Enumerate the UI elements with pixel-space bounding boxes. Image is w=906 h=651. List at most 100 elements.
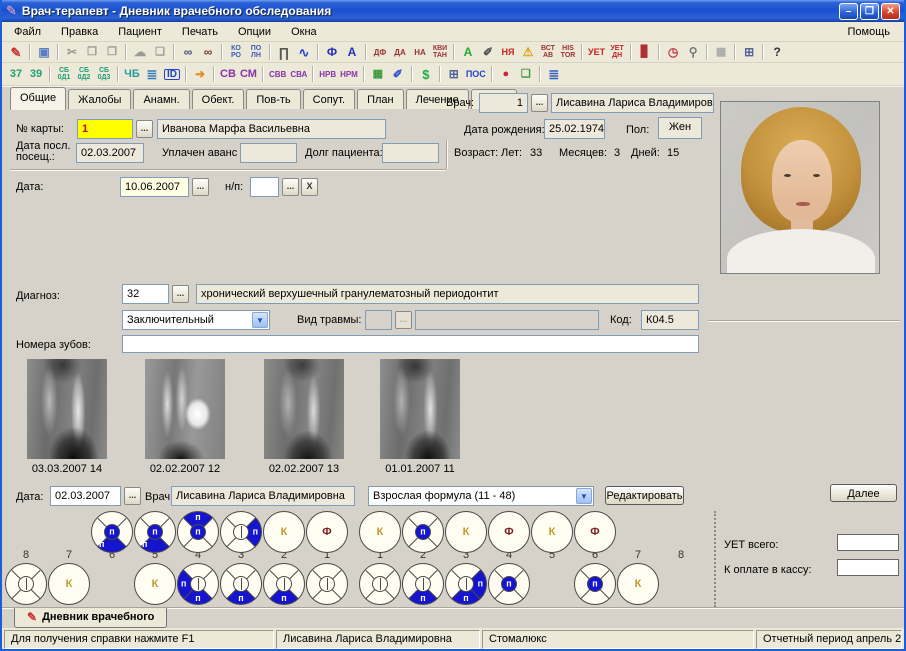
calc-2-button[interactable]: ⊞ <box>444 65 464 83</box>
diagnosis-text-field[interactable]: хронический верхушечный гранулематозный … <box>196 284 699 304</box>
book-red-button[interactable]: ▊ <box>635 43 655 61</box>
tooth-upper-3-R[interactable]: п <box>220 511 262 553</box>
tooth-upper-5-R[interactable]: пп <box>134 511 176 553</box>
menu-item-help[interactable]: Помощь <box>836 23 903 41</box>
nya-button[interactable]: НЯ <box>498 43 518 61</box>
tooth-upper-5-L[interactable]: К <box>531 511 573 553</box>
draw-button[interactable]: ✐ <box>478 43 498 61</box>
card-browse-button[interactable]: ... <box>136 120 153 138</box>
close-button[interactable]: ✕ <box>881 3 900 20</box>
tooth-upper-3-L[interactable]: К <box>445 511 487 553</box>
exam-date-browse-button[interactable]: ... <box>124 487 141 505</box>
menu-item-окна[interactable]: Окна <box>281 23 327 41</box>
tooth-lower-5-R[interactable]: К <box>134 563 176 605</box>
po-ln-button[interactable]: ПОЛН <box>246 43 266 61</box>
tooth-upper-4-L[interactable]: Ф <box>488 511 530 553</box>
cut-button[interactable]: ✂ <box>62 43 82 61</box>
menu-item-пациент[interactable]: Пациент <box>108 23 172 41</box>
tooth-lower-3-L[interactable]: пп <box>445 563 487 605</box>
patient-name-field[interactable]: Иванова Марфа Васильевна <box>157 119 386 139</box>
id-badge-button[interactable]: ID <box>162 65 182 83</box>
history-button[interactable]: HISTOR <box>558 43 578 61</box>
tooth-upper-6-L[interactable]: Ф <box>574 511 616 553</box>
f-letter-button[interactable]: Ф <box>322 43 342 61</box>
xray-image-4[interactable] <box>380 359 460 459</box>
doctor-name-field[interactable]: Лисавина Лариса Владимировна <box>551 93 714 113</box>
tooth-upper-1-R[interactable]: Ф <box>306 511 348 553</box>
help-button[interactable]: ? <box>767 43 787 61</box>
a-letter-button[interactable]: А <box>342 43 362 61</box>
tree-button[interactable]: ≣ <box>142 65 162 83</box>
sva-button[interactable]: СВА <box>288 65 309 83</box>
tab-план[interactable]: План <box>357 89 404 109</box>
diagnosis-browse-button[interactable]: ... <box>172 285 189 303</box>
tooth-lower-7-R[interactable]: К <box>48 563 90 605</box>
tooth-upper-1-L[interactable]: К <box>359 511 401 553</box>
chb-button[interactable]: ЧБ <box>122 65 142 83</box>
menu-item-правка[interactable]: Правка <box>51 23 108 41</box>
sb-od2-button[interactable]: СБ0Д2 <box>74 65 94 83</box>
tooth-upper-2-L[interactable]: п <box>402 511 444 553</box>
nrm-button[interactable]: НРМ <box>338 65 360 83</box>
svv-button[interactable]: СВВ <box>267 65 288 83</box>
tab-обект[interactable]: Обект. <box>192 89 245 109</box>
edit-pen-button[interactable]: ✎ <box>6 43 26 61</box>
diagnosis-number-field[interactable]: 32 <box>122 284 169 304</box>
pos-button[interactable]: ПОС <box>464 65 488 83</box>
wave-button[interactable]: ∿ <box>294 43 314 61</box>
calculator-button[interactable]: ⊞ <box>739 43 759 61</box>
sv-button[interactable]: СВ <box>218 65 238 83</box>
vstav-button[interactable]: ВСТАВ <box>538 43 558 61</box>
n39-button[interactable]: 39 <box>26 65 46 83</box>
np-clear-button[interactable]: X <box>301 178 318 196</box>
chart-splitter[interactable] <box>714 511 716 607</box>
bottom-tab-diary[interactable]: ✎ Дневник врачебного <box>14 608 167 628</box>
restore-button[interactable]: ❐ <box>860 3 879 20</box>
xray-image-3[interactable] <box>264 359 344 459</box>
sm-button[interactable]: СМ <box>238 65 259 83</box>
key-button[interactable]: ⚲ <box>683 43 703 61</box>
tooth-lower-1-L[interactable] <box>359 563 401 605</box>
sb-od1-button[interactable]: СБ0Д1 <box>54 65 74 83</box>
doctor-number-field[interactable]: 1 <box>479 93 528 113</box>
tooth-lower-8-R[interactable] <box>5 563 47 605</box>
exam-date-field[interactable]: 02.03.2007 <box>50 486 121 506</box>
tab-анамн[interactable]: Анамн. <box>133 89 189 109</box>
df-button[interactable]: ДФ <box>370 43 390 61</box>
card-number-field[interactable]: 1 <box>77 119 133 139</box>
tooth-lower-2-L[interactable]: п <box>402 563 444 605</box>
xray-image-2[interactable] <box>145 359 225 459</box>
a-green-button[interactable]: А <box>458 43 478 61</box>
na-button[interactable]: НА <box>410 43 430 61</box>
dollar-button[interactable]: $ <box>416 65 436 83</box>
tooth-lower-3-R[interactable]: п <box>220 563 262 605</box>
tooth-lower-4-R[interactable]: пп <box>177 563 219 605</box>
tab-сопут[interactable]: Сопут. <box>303 89 355 109</box>
page-gray-button[interactable]: ❑ <box>150 43 170 61</box>
tooth-lower-2-R[interactable]: п <box>263 563 305 605</box>
doctor-browse-button[interactable]: ... <box>531 94 548 112</box>
screen-green-button[interactable]: ▦ <box>368 65 388 83</box>
uet-dn-button[interactable]: УЕТДН <box>607 43 627 61</box>
tooth-lower-4-L[interactable]: п <box>488 563 530 605</box>
minimize-button[interactable]: – <box>839 3 858 20</box>
kvitan-button[interactable]: КВИТАН <box>430 43 450 61</box>
tooth-upper-6-R[interactable]: пп <box>91 511 133 553</box>
cherry-button[interactable]: ● <box>496 65 516 83</box>
uet-button[interactable]: УЕТ <box>586 43 607 61</box>
chevron-down-icon[interactable]: ▼ <box>252 312 268 328</box>
search-button[interactable]: ∞ <box>178 43 198 61</box>
visit-date-field[interactable]: 10.06.2007 <box>120 177 189 197</box>
nrv-button[interactable]: НРВ <box>317 65 338 83</box>
next-button[interactable]: Далее <box>830 484 897 502</box>
clock-button[interactable]: ◷ <box>663 43 683 61</box>
diagnosis-type-dropdown[interactable]: Заключительный ▼ <box>122 310 270 330</box>
da-button[interactable]: ДА <box>390 43 410 61</box>
pencil-blue-button[interactable]: ✐ <box>388 65 408 83</box>
tooth-outline-button[interactable]: ∏ <box>274 43 294 61</box>
formula-dropdown[interactable]: Взрослая формула (11 - 48) ▼ <box>368 486 594 506</box>
tooth-upper-4-R[interactable]: пп <box>177 511 219 553</box>
tab-общие[interactable]: Общие <box>10 87 66 110</box>
search-add-button[interactable]: ∞ <box>198 43 218 61</box>
np-field[interactable] <box>250 177 279 197</box>
